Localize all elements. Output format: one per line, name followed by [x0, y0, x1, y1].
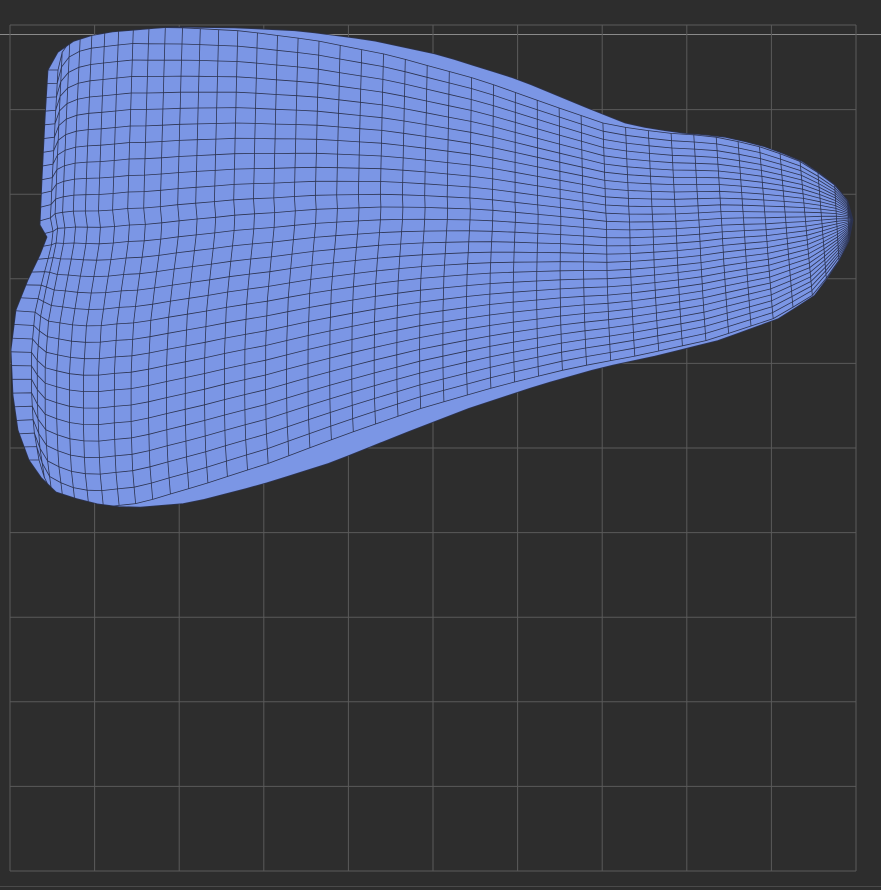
uv-island-fill[interactable] [11, 27, 853, 508]
viewport-bottom-border [0, 886, 881, 887]
uv-editor-viewport[interactable] [0, 0, 881, 890]
uv-canvas[interactable] [0, 0, 881, 890]
uv-island-mesh[interactable] [7, 26, 854, 508]
